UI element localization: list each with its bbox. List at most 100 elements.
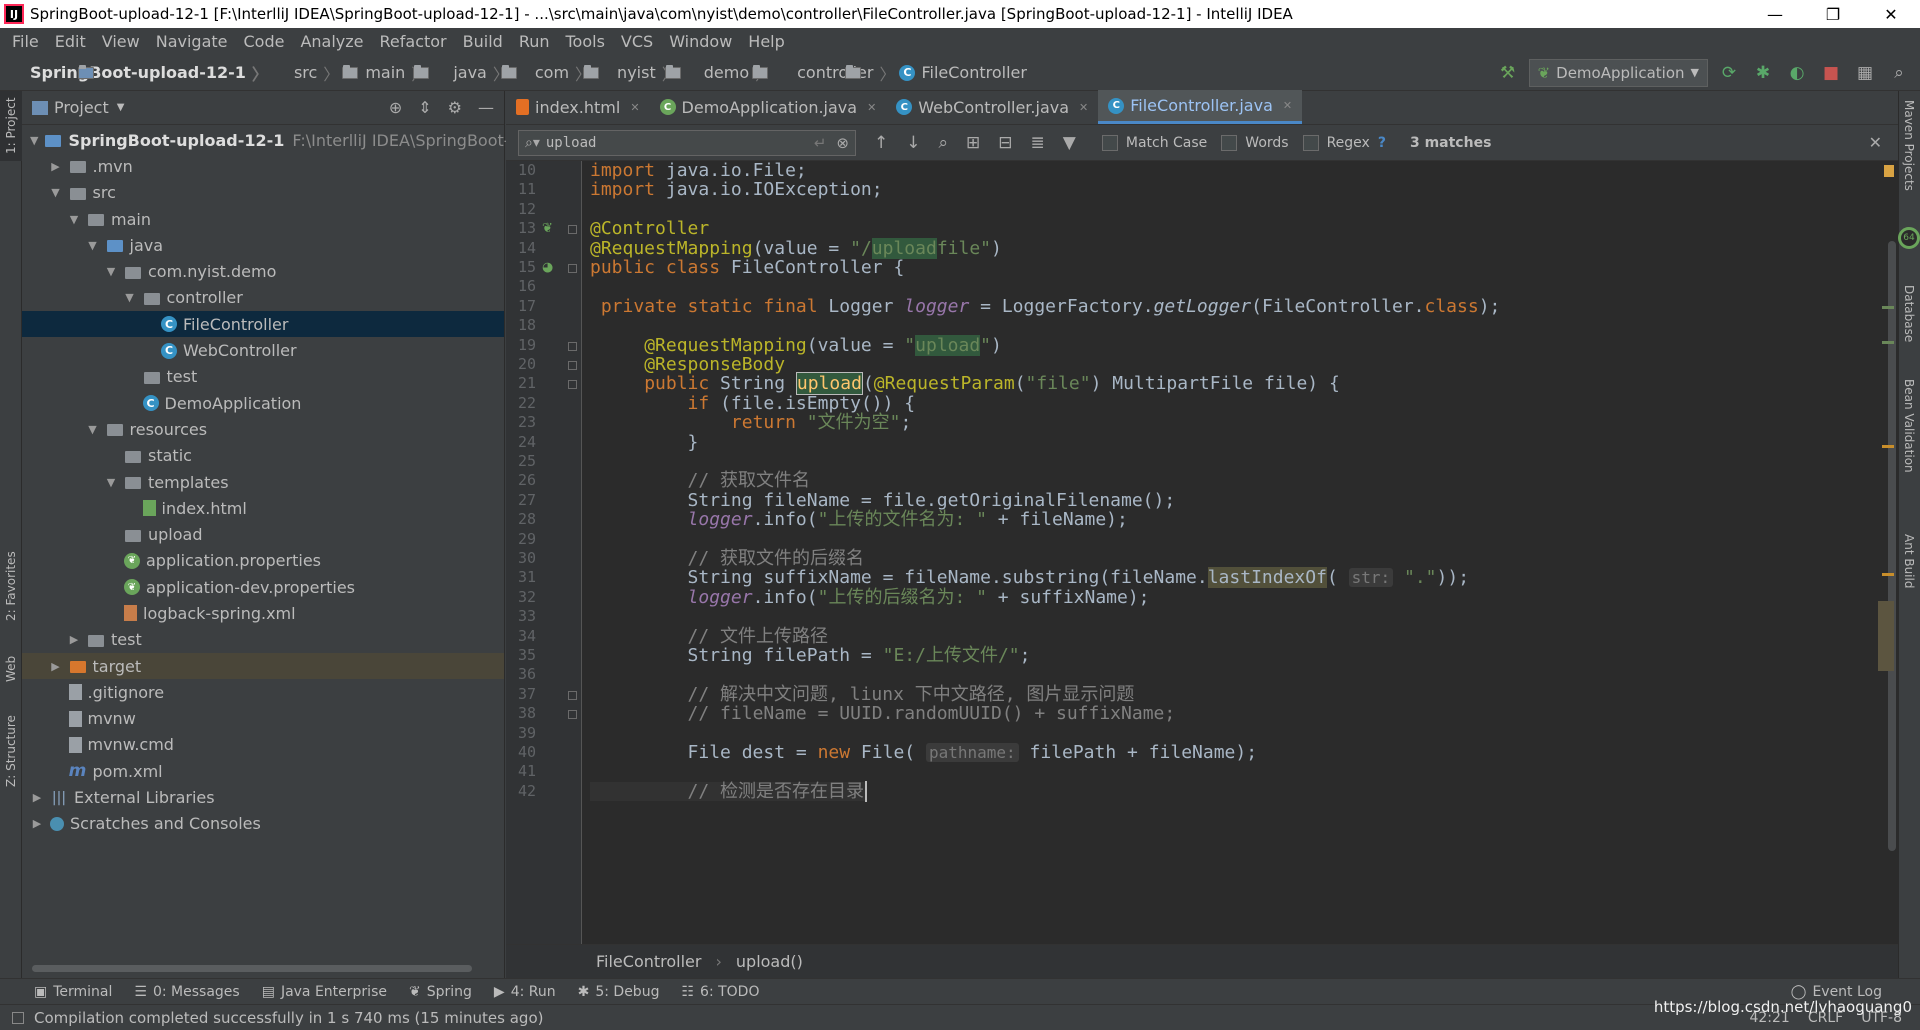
code-line[interactable]: String suffixName = fileName.substring(f… (590, 567, 1469, 589)
spring-bean-gutter-icon[interactable]: ❦ (542, 221, 553, 236)
collapsed-arrow-icon[interactable]: ▶ (30, 791, 44, 804)
tree-item[interactable]: ▶ ||| External Libraries (22, 784, 504, 810)
tree-item[interactable]: mvnw.cmd (22, 732, 504, 758)
spring-mapping-gutter-icon[interactable]: ◕ (542, 260, 553, 275)
tree-item[interactable]: ❦ application-dev.properties (22, 574, 504, 600)
code-line[interactable]: // 检测是否存在目录 (590, 780, 868, 802)
tree-item[interactable]: ▼ SpringBoot-upload-12-1 F:\InterlliJ IDEA… (22, 127, 544, 153)
nav-crumb-nyist[interactable]: nyist〉 (595, 61, 682, 85)
project-structure-icon[interactable]: ▦ (1852, 60, 1878, 86)
tab-maven-projects[interactable]: Maven Projects (1898, 95, 1920, 195)
code-line[interactable]: logger.info("上传的后缀名为: " + suffixName); (590, 587, 1150, 607)
code-line[interactable]: @Controller (590, 219, 709, 238)
code-line[interactable]: } (590, 432, 699, 452)
tree-item[interactable]: ▼ resources (22, 416, 504, 442)
code-line[interactable]: @RequestMapping(value = "upload") (590, 334, 1002, 356)
fold-marker-icon[interactable] (568, 690, 577, 700)
close-tab-icon[interactable]: ✕ (1079, 101, 1088, 114)
collapsed-arrow-icon[interactable]: ▶ (67, 633, 81, 646)
editor-tab[interactable]: index.html ✕ (506, 90, 650, 124)
menu-tools[interactable]: Tools (558, 32, 613, 51)
tool-window-button[interactable]: ☰ 0: Messages (134, 984, 239, 1000)
code-line[interactable]: File dest = new File( pathname: filePath… (590, 743, 1258, 763)
next-occurrence-icon[interactable]: ↓ (906, 133, 920, 153)
menu-help[interactable]: Help (740, 32, 792, 51)
nav-crumb-com[interactable]: com〉 (513, 61, 599, 85)
tool-window-button[interactable]: ▤ Java Enterprise (262, 984, 387, 1000)
tree-item[interactable]: .gitignore (22, 679, 504, 705)
code-editor[interactable]: 10 11 12 13 14 15 16 17 18 19 20 21 22 23 24 25 26 27 28 29… (506, 161, 1898, 944)
match-case-checkbox[interactable]: Match Case (1101, 134, 1207, 151)
previous-occurrence-icon[interactable]: ↑ (874, 133, 888, 153)
tab-bean-validation[interactable]: Bean Validation (1898, 371, 1920, 481)
code-line[interactable]: // 获取文件的后缀名 (590, 549, 865, 568)
tool-window-button[interactable]: ☷ 6: TODO (681, 984, 759, 1000)
tree-item[interactable]: ▶ .mvn (22, 153, 504, 179)
add-selection-icon[interactable]: ⊞ (966, 133, 980, 153)
horizontal-scrollbar[interactable] (32, 965, 472, 972)
code-line[interactable]: private static final Logger logger = Log… (590, 296, 1501, 316)
vertical-scrollbar[interactable] (1888, 241, 1896, 851)
tool-window-button[interactable]: ✱ 5: Debug (578, 984, 660, 1000)
tree-item[interactable]: ▼ java (22, 232, 504, 258)
fold-marker-icon[interactable] (568, 380, 577, 390)
restore-button[interactable]: ❐ (1804, 0, 1862, 28)
rerun-icon[interactable]: ⟳ (1716, 60, 1742, 86)
menu-file[interactable]: File (4, 32, 47, 51)
expanded-arrow-icon[interactable]: ▼ (104, 476, 118, 489)
tab-project[interactable]: 1: Project (0, 91, 22, 161)
breadcrumb-class[interactable]: FileController (596, 952, 701, 971)
menu-view[interactable]: View (94, 32, 148, 51)
tree-item[interactable]: test (22, 364, 504, 390)
collapsed-arrow-icon[interactable]: ▶ (49, 160, 63, 173)
close-tab-icon[interactable]: ✕ (867, 101, 876, 114)
tree-item[interactable]: ▶ target (22, 652, 504, 680)
tree-item[interactable]: C WebController (22, 337, 504, 363)
tool-window-button[interactable]: ▣ Terminal (34, 984, 112, 1000)
tab-web[interactable]: Web (0, 646, 22, 691)
code-line[interactable]: // 获取文件名 (590, 471, 811, 490)
menu-code[interactable]: Code (236, 32, 293, 51)
menu-edit[interactable]: Edit (47, 32, 94, 51)
project-panel-title[interactable]: Project (54, 98, 109, 117)
code-line[interactable]: // fileName = UUID.randomUUID() + suffix… (590, 704, 1176, 723)
expanded-arrow-icon[interactable]: ▼ (104, 265, 118, 278)
menu-navigate[interactable]: Navigate (148, 32, 236, 51)
nav-crumb-java[interactable]: java〉 (431, 61, 518, 85)
expanded-arrow-icon[interactable]: ▼ (49, 186, 63, 199)
code-line[interactable]: public String upload(@RequestParam("file… (590, 372, 1340, 396)
run-configuration-select[interactable]: ❦ DemoApplication ▼ (1528, 58, 1708, 87)
fold-marker-icon[interactable] (568, 225, 577, 235)
fold-marker-icon[interactable] (568, 361, 577, 370)
tab-ant-build[interactable]: Ant Build (1898, 521, 1920, 601)
close-find-icon[interactable]: ✕ (1869, 133, 1882, 152)
tab-favorites[interactable]: 2: Favorites (0, 541, 22, 631)
breadcrumb-method[interactable]: upload() (736, 952, 803, 971)
tab-database[interactable]: Database (1898, 279, 1920, 349)
tree-item[interactable]: logback-spring.xml (22, 600, 504, 626)
tool-window-button[interactable]: ▶ 4: Run (494, 984, 556, 1000)
build-hammer-icon[interactable]: ⚒ (1495, 60, 1521, 86)
fold-marker-icon[interactable] (568, 341, 577, 351)
chevron-down-icon[interactable]: ▼ (117, 102, 125, 113)
editor-tab[interactable]: C DemoApplication.java ✕ (650, 90, 887, 124)
tool-window-button[interactable]: ❦ Spring (409, 984, 472, 1000)
collapse-all-icon[interactable]: ⇕ (418, 98, 431, 117)
stop-icon[interactable]: ■ (1818, 60, 1844, 86)
tree-item[interactable]: ▼ src (22, 180, 504, 206)
find-all-icon[interactable]: ⌕ (939, 133, 949, 153)
new-line-icon[interactable]: ↵ (814, 134, 827, 152)
debug-icon[interactable]: ✱ (1750, 60, 1776, 86)
code-line[interactable]: import java.io.File; (590, 161, 807, 180)
tree-item[interactable]: ▶ Scratches and Consoles (22, 811, 504, 837)
nav-project[interactable]: SpringBoot-upload-12-1 〉 (8, 61, 268, 85)
tree-item[interactable]: index.html (22, 495, 504, 521)
nav-crumb-demo[interactable]: demo〉 (682, 61, 771, 85)
tree-item[interactable]: C DemoApplication (22, 390, 504, 416)
tab-structure[interactable]: Z: Structure (0, 706, 22, 796)
coverage-icon[interactable]: ◐ (1784, 60, 1810, 86)
nav-crumb-src[interactable]: src 〉 (272, 61, 358, 85)
expanded-arrow-icon[interactable]: ▼ (67, 213, 81, 226)
code-line[interactable]: // 文件上传路径 (590, 626, 829, 646)
code-area[interactable]: import java.io.File; import java.io.IOExc… (590, 161, 1868, 944)
